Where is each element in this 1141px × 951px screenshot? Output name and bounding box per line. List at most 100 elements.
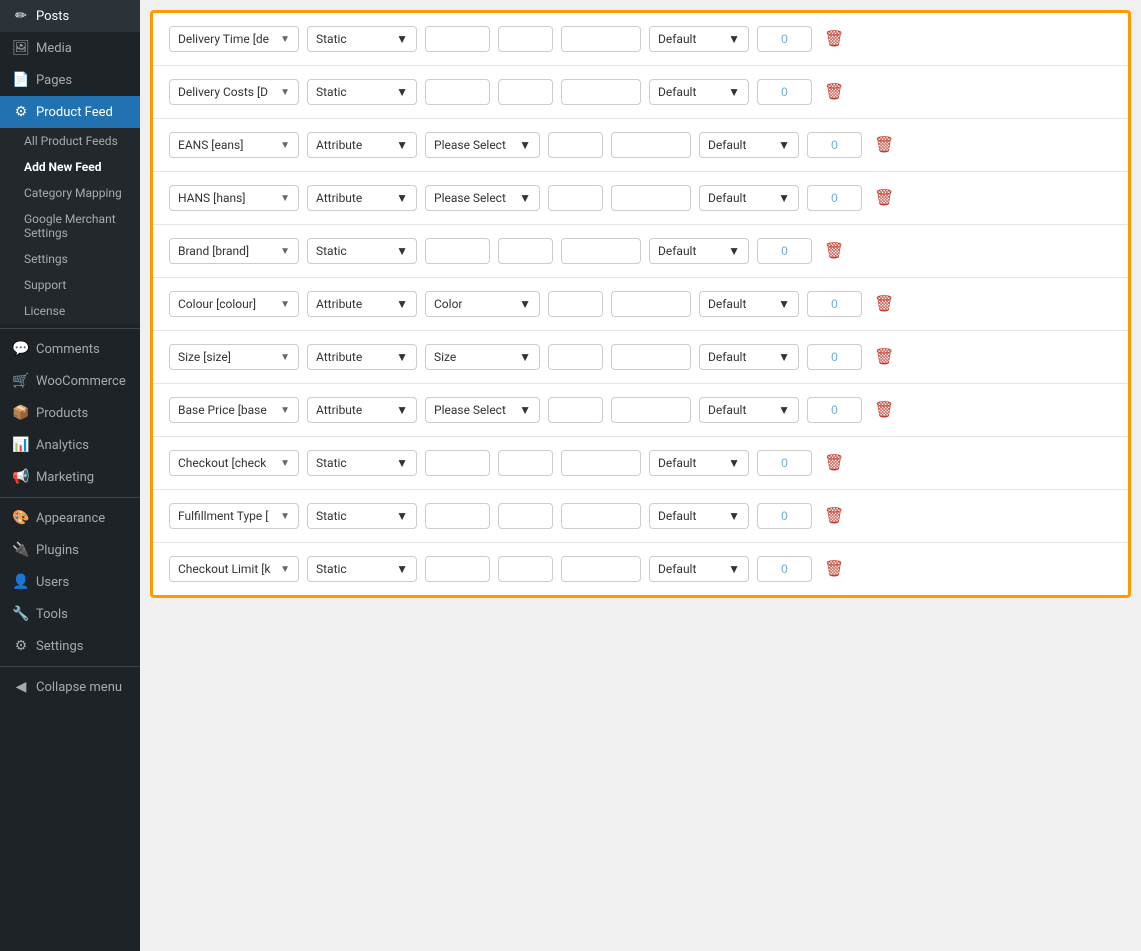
number-input-delivery-costs[interactable] — [757, 79, 812, 105]
number-input-hans[interactable] — [807, 185, 862, 211]
sidebar-item-settings-sub[interactable]: Settings — [0, 246, 140, 272]
sidebar-item-appearance[interactable]: 🎨 Appearance — [0, 502, 140, 534]
sidebar-item-products[interactable]: 📦 Products — [0, 397, 140, 429]
suffix-input-fulfillment[interactable] — [498, 503, 553, 529]
default-select-base-price[interactable]: Default ▼ — [699, 397, 799, 423]
sidebar-item-add-new-feed[interactable]: Add New Feed — [0, 154, 140, 180]
number-input-checkout[interactable] — [757, 450, 812, 476]
default-select-delivery-costs[interactable]: Default ▼ — [649, 79, 749, 105]
type-select-colour[interactable]: Attribute ▼ — [307, 291, 417, 317]
delete-button-delivery-costs[interactable]: 🗑 — [820, 78, 848, 106]
field-select-fulfillment[interactable]: Fulfillment Type [ ▼ — [169, 503, 299, 529]
sidebar-item-product-feed[interactable]: ⚙ Product Feed — [0, 96, 140, 128]
value-input-checkout[interactable] — [425, 450, 490, 476]
default-select-colour[interactable]: Default ▼ — [699, 291, 799, 317]
type-select-delivery-costs[interactable]: Static ▼ — [307, 79, 417, 105]
field-select-delivery-costs[interactable]: Delivery Costs [D ▼ — [169, 79, 299, 105]
default-select-fulfillment[interactable]: Default ▼ — [649, 503, 749, 529]
sidebar-item-analytics[interactable]: 📊 Analytics — [0, 429, 140, 461]
type-select-size[interactable]: Attribute ▼ — [307, 344, 417, 370]
number-input-base-price[interactable] — [807, 397, 862, 423]
delete-button-checkout[interactable]: 🗑 — [820, 449, 848, 477]
sidebar-item-posts[interactable]: ✏ Posts — [0, 0, 140, 32]
default-select-delivery-time[interactable]: Default ▼ — [649, 26, 749, 52]
delete-button-fulfillment[interactable]: 🗑 — [820, 502, 848, 530]
delete-button-base-price[interactable]: 🗑 — [870, 396, 898, 424]
sidebar-item-pages[interactable]: 📄 Pages — [0, 64, 140, 96]
number-input-brand[interactable] — [757, 238, 812, 264]
extra-input-base-price[interactable] — [611, 397, 691, 423]
type-select-fulfillment[interactable]: Static ▼ — [307, 503, 417, 529]
value-input-delivery-costs[interactable] — [425, 79, 490, 105]
field-select-hans[interactable]: HANS [hans] ▼ — [169, 185, 299, 211]
field-select-size[interactable]: Size [size] ▼ — [169, 344, 299, 370]
type-select-base-price[interactable]: Attribute ▼ — [307, 397, 417, 423]
sidebar-item-media[interactable]: 🖼 Media — [0, 32, 140, 64]
field-select-brand[interactable]: Brand [brand] ▼ — [169, 238, 299, 264]
suffix-input-hans[interactable] — [548, 185, 603, 211]
value-select-colour[interactable]: Color ▼ — [425, 291, 540, 317]
extra-input-brand[interactable] — [561, 238, 641, 264]
sidebar-item-plugins[interactable]: 🔌 Plugins — [0, 534, 140, 566]
suffix-input-colour[interactable] — [548, 291, 603, 317]
extra-input-fulfillment[interactable] — [561, 503, 641, 529]
delete-button-eans[interactable]: 🗑 — [870, 131, 898, 159]
default-select-checkout-limit[interactable]: Default ▼ — [649, 556, 749, 582]
suffix-input-size[interactable] — [548, 344, 603, 370]
type-select-hans[interactable]: Attribute ▼ — [307, 185, 417, 211]
default-select-brand[interactable]: Default ▼ — [649, 238, 749, 264]
delete-button-hans[interactable]: 🗑 — [870, 184, 898, 212]
delete-button-checkout-limit[interactable]: 🗑 — [820, 555, 848, 583]
suffix-input-eans[interactable] — [548, 132, 603, 158]
extra-input-checkout[interactable] — [561, 450, 641, 476]
default-select-checkout[interactable]: Default ▼ — [649, 450, 749, 476]
value-input-brand[interactable] — [425, 238, 490, 264]
type-select-checkout-limit[interactable]: Static ▼ — [307, 556, 417, 582]
suffix-input-delivery-time[interactable] — [498, 26, 553, 52]
value-input-checkout-limit[interactable] — [425, 556, 490, 582]
extra-input-delivery-costs[interactable] — [561, 79, 641, 105]
sidebar-item-tools[interactable]: 🔧 Tools — [0, 598, 140, 630]
number-input-delivery-time[interactable] — [757, 26, 812, 52]
value-input-fulfillment[interactable] — [425, 503, 490, 529]
type-select-delivery-time[interactable]: Static ▼ — [307, 26, 417, 52]
suffix-input-checkout-limit[interactable] — [498, 556, 553, 582]
delete-button-size[interactable]: 🗑 — [870, 343, 898, 371]
type-select-eans[interactable]: Attribute ▼ — [307, 132, 417, 158]
default-select-hans[interactable]: Default ▼ — [699, 185, 799, 211]
field-select-delivery-time[interactable]: Delivery Time [de ▼ — [169, 26, 299, 52]
default-select-size[interactable]: Default ▼ — [699, 344, 799, 370]
type-select-checkout[interactable]: Static ▼ — [307, 450, 417, 476]
number-input-checkout-limit[interactable] — [757, 556, 812, 582]
suffix-input-checkout[interactable] — [498, 450, 553, 476]
number-input-colour[interactable] — [807, 291, 862, 317]
extra-input-checkout-limit[interactable] — [561, 556, 641, 582]
number-input-size[interactable] — [807, 344, 862, 370]
sidebar-item-settings[interactable]: ⚙ Settings — [0, 630, 140, 662]
suffix-input-brand[interactable] — [498, 238, 553, 264]
value-select-base-price[interactable]: Please Select ▼ — [425, 397, 540, 423]
suffix-input-base-price[interactable] — [548, 397, 603, 423]
sidebar-item-all-product-feeds[interactable]: All Product Feeds — [0, 128, 140, 154]
sidebar-item-google-merchant[interactable]: Google Merchant Settings — [0, 206, 140, 246]
extra-input-delivery-time[interactable] — [561, 26, 641, 52]
type-select-brand[interactable]: Static ▼ — [307, 238, 417, 264]
sidebar-item-woocommerce[interactable]: 🛒 WooCommerce — [0, 365, 140, 397]
extra-input-hans[interactable] — [611, 185, 691, 211]
sidebar-item-users[interactable]: 👤 Users — [0, 566, 140, 598]
value-select-hans[interactable]: Please Select ▼ — [425, 185, 540, 211]
default-select-eans[interactable]: Default ▼ — [699, 132, 799, 158]
sidebar-item-support[interactable]: Support — [0, 272, 140, 298]
number-input-fulfillment[interactable] — [757, 503, 812, 529]
value-select-size[interactable]: Size ▼ — [425, 344, 540, 370]
collapse-menu-button[interactable]: ◀ Collapse menu — [0, 671, 140, 703]
extra-input-colour[interactable] — [611, 291, 691, 317]
value-select-eans[interactable]: Please Select ▼ — [425, 132, 540, 158]
value-input-delivery-time[interactable] — [425, 26, 490, 52]
field-select-base-price[interactable]: Base Price [base ▼ — [169, 397, 299, 423]
field-select-colour[interactable]: Colour [colour] ▼ — [169, 291, 299, 317]
sidebar-item-comments[interactable]: 💬 Comments — [0, 333, 140, 365]
sidebar-item-category-mapping[interactable]: Category Mapping — [0, 180, 140, 206]
field-select-checkout[interactable]: Checkout [check ▼ — [169, 450, 299, 476]
delete-button-brand[interactable]: 🗑 — [820, 237, 848, 265]
